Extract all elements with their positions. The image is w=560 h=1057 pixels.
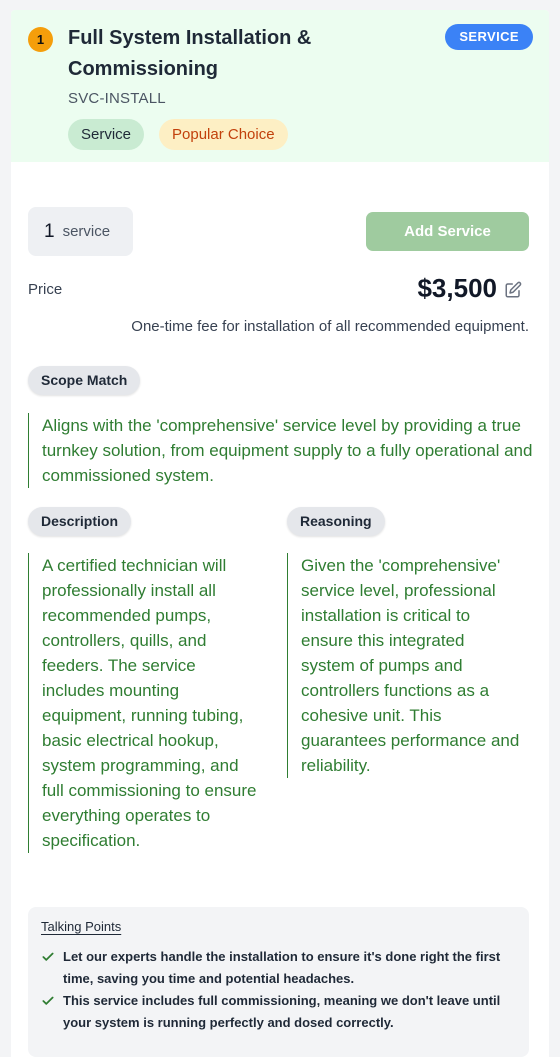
talking-point-text: Let our experts handle the installation …: [63, 949, 501, 986]
quantity-unit: service: [62, 223, 111, 240]
price-note: One-time fee for installation of all rec…: [131, 318, 529, 335]
check-icon: [42, 996, 54, 1005]
add-service-button[interactable]: Add Service: [366, 212, 529, 251]
scope-match-text: Aligns with the 'comprehensive' service …: [28, 413, 534, 488]
tag-popular-choice: Popular Choice: [159, 119, 288, 150]
check-icon: [42, 952, 54, 961]
rank-badge: 1: [28, 27, 53, 52]
talking-point-item: This service includes full commissioning…: [41, 990, 521, 1034]
service-title: Full System Installation & Commissioning: [68, 27, 312, 80]
edit-icon[interactable]: [504, 281, 522, 299]
service-code: SVC-INSTALL: [68, 90, 166, 107]
quantity-field[interactable]: 1 service: [28, 207, 133, 256]
description-label: Description: [28, 507, 132, 536]
scope-match-label: Scope Match: [28, 366, 141, 395]
talking-points-title: Talking Points: [41, 919, 122, 934]
talking-point-item: Let our experts handle the installation …: [41, 946, 521, 990]
type-badge: SERVICE: [445, 24, 533, 50]
talking-point-text: This service includes full commissioning…: [63, 993, 501, 1030]
quantity-value: 1: [44, 220, 55, 242]
service-card: 1 Full System Installation & Commissioni…: [11, 10, 549, 1057]
description-text: A certified technician will professional…: [28, 553, 260, 853]
reasoning-label: Reasoning: [287, 507, 385, 536]
price-label: Price: [28, 281, 63, 298]
card-header: 1 Full System Installation & Commissioni…: [11, 10, 549, 162]
talking-points-panel: Talking Points Let our experts handle th…: [28, 907, 529, 1057]
reasoning-text: Given the 'comprehensive' service level,…: [287, 553, 523, 778]
price-value: $3,500: [417, 273, 497, 303]
tag-service: Service: [68, 119, 145, 150]
